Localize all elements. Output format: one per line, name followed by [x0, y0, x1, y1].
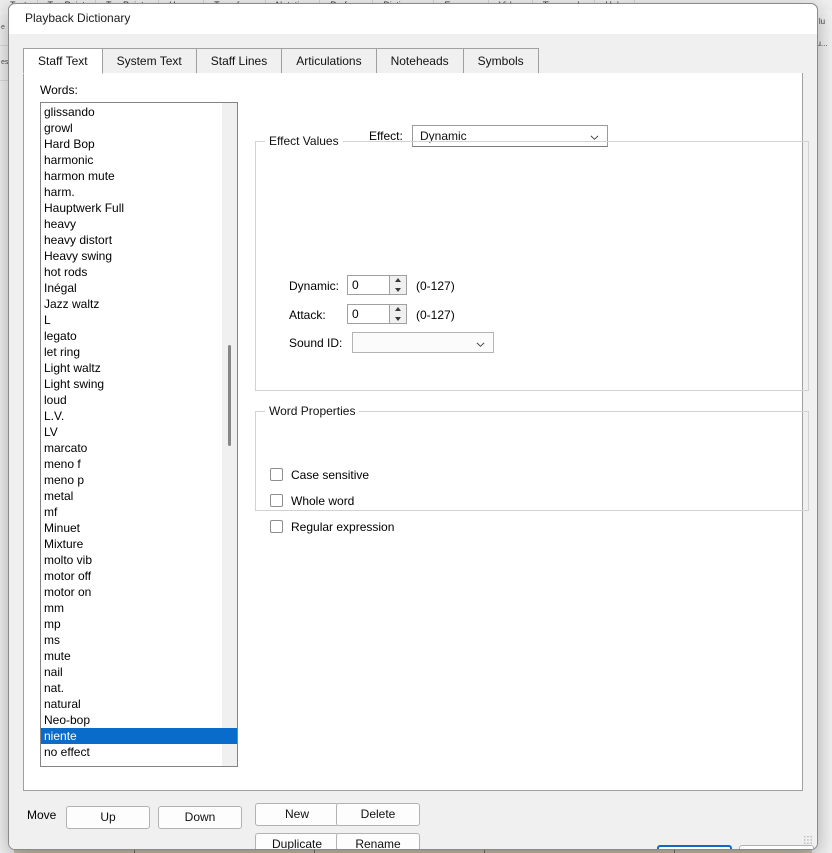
list-item[interactable]: harmonic	[41, 152, 237, 168]
list-item[interactable]: molto vib	[41, 552, 237, 568]
checkbox-label: Case sensitive	[291, 468, 370, 482]
tab-staff-lines[interactable]: Staff Lines	[195, 48, 283, 73]
list-item[interactable]: mp	[41, 616, 237, 632]
list-item[interactable]: hot rods	[41, 264, 237, 280]
checkbox-box[interactable]	[270, 520, 283, 533]
dialog-body: Staff Text System Text Staff Lines Articula…	[9, 34, 817, 849]
list-item[interactable]: metal	[41, 488, 237, 504]
dynamic-label: Dynamic:	[289, 279, 340, 293]
list-item[interactable]: Light waltz	[41, 360, 237, 376]
list-item[interactable]: mm	[41, 600, 237, 616]
list-item[interactable]: L	[41, 312, 237, 328]
tab-label: System Text	[116, 54, 182, 68]
checkbox-label: Regular expression	[291, 520, 395, 534]
list-item[interactable]: heavy distort	[41, 232, 237, 248]
rename-button[interactable]: Rename	[336, 833, 420, 849]
effect-values-group: Effect Values	[255, 134, 809, 391]
dialog-titlebar: Playback Dictionary	[9, 4, 817, 35]
playback-dictionary-dialog: Playback Dictionary Staff Text System Tex…	[8, 3, 818, 850]
list-item[interactable]: heavy	[41, 216, 237, 232]
ok-button[interactable]: OK	[657, 845, 732, 849]
list-item[interactable]: Mixture	[41, 536, 237, 552]
move-up-button[interactable]: Up	[66, 806, 150, 829]
move-down-button[interactable]: Down	[158, 806, 242, 829]
attack-label: Attack:	[289, 308, 326, 322]
tab-label: Staff Text	[38, 54, 88, 68]
attack-range-note: (0-127)	[416, 308, 455, 322]
list-item[interactable]: Hard Bop	[41, 136, 237, 152]
tab-label: Staff Lines	[210, 54, 268, 68]
list-item[interactable]: ms	[41, 632, 237, 648]
list-item[interactable]: L.V.	[41, 408, 237, 424]
duplicate-button[interactable]: Duplicate	[255, 833, 339, 849]
dynamic-stepper-buttons[interactable]	[389, 276, 406, 294]
checkbox-label: Whole word	[291, 494, 355, 508]
list-item[interactable]: harm.	[41, 184, 237, 200]
word-properties-legend: Word Properties	[265, 404, 360, 418]
words-label: Words:	[40, 83, 78, 97]
effect-values-legend: Effect Values	[265, 134, 343, 148]
list-item[interactable]: Light swing	[41, 376, 237, 392]
words-listbox-items: glissando growl Hard Bop harmonic harmon mut…	[41, 103, 237, 766]
words-listbox-scrollbar-thumb[interactable]	[228, 345, 231, 446]
list-item[interactable]: Hauptwerk Full	[41, 200, 237, 216]
attack-stepper-buttons[interactable]	[389, 305, 406, 323]
tab-label: Articulations	[296, 54, 362, 68]
tab-symbols[interactable]: Symbols	[462, 48, 539, 73]
delete-button[interactable]: Delete	[336, 803, 420, 826]
staff-text-tab-panel: Words: glissando growl Hard Bop harmonic har…	[23, 73, 809, 849]
stepper-down-icon[interactable]	[390, 314, 406, 323]
list-item[interactable]: Jazz waltz	[41, 296, 237, 312]
list-item[interactable]: loud	[41, 392, 237, 408]
dynamic-value: 0	[352, 278, 359, 292]
list-item[interactable]: motor off	[41, 568, 237, 584]
move-label: Move	[27, 808, 57, 822]
words-listbox[interactable]: glissando growl Hard Bop harmonic harmon mut…	[40, 102, 238, 767]
dynamic-stepper[interactable]: 0	[347, 275, 407, 295]
new-button[interactable]: New	[255, 803, 339, 826]
list-item[interactable]: harmon mute	[41, 168, 237, 184]
list-item[interactable]: meno p	[41, 472, 237, 488]
list-item[interactable]: nat.	[41, 680, 237, 696]
tab-system-text[interactable]: System Text	[101, 48, 197, 73]
attack-value: 0	[352, 307, 359, 321]
cancel-button[interactable]: Cancel	[739, 845, 814, 849]
list-item[interactable]: Inégal	[41, 280, 237, 296]
list-item[interactable]: meno f	[41, 456, 237, 472]
resize-grip-icon[interactable]	[803, 835, 813, 845]
list-item[interactable]: Heavy swing	[41, 248, 237, 264]
list-item[interactable]: niente	[41, 728, 237, 744]
tab-noteheads[interactable]: Noteheads	[375, 48, 464, 73]
stepper-down-icon[interactable]	[390, 285, 406, 294]
dynamic-range-note: (0-127)	[416, 279, 455, 293]
dialog-title: Playback Dictionary	[25, 11, 131, 25]
tab-label: Noteheads	[390, 54, 449, 68]
list-item[interactable]: no effect	[41, 744, 237, 760]
list-item[interactable]: motor on	[41, 584, 237, 600]
list-item[interactable]: nail	[41, 664, 237, 680]
sound-id-label: Sound ID:	[289, 336, 343, 350]
list-item[interactable]: glissando	[41, 104, 237, 120]
list-item[interactable]: natural	[41, 696, 237, 712]
list-item[interactable]: mf	[41, 504, 237, 520]
chevron-down-icon	[476, 340, 485, 349]
list-item[interactable]: let ring	[41, 344, 237, 360]
tab-label: Symbols	[477, 54, 524, 68]
list-item[interactable]: marcato	[41, 440, 237, 456]
list-item[interactable]: legato	[41, 328, 237, 344]
attack-stepper[interactable]: 0	[347, 304, 407, 324]
list-item[interactable]: LV	[41, 424, 237, 440]
checkbox-box[interactable]	[270, 468, 283, 481]
tab-articulations[interactable]: Articulations	[281, 48, 377, 73]
tab-staff-text[interactable]: Staff Text	[23, 48, 103, 74]
checkbox-box[interactable]	[270, 494, 283, 507]
list-item[interactable]: growl	[41, 120, 237, 136]
list-item[interactable]: Minuet	[41, 520, 237, 536]
list-item[interactable]: mute	[41, 648, 237, 664]
list-item[interactable]: Neo-bop	[41, 712, 237, 728]
sound-id-dropdown[interactable]	[352, 332, 494, 353]
tab-strip: Staff Text System Text Staff Lines Articula…	[23, 48, 803, 75]
